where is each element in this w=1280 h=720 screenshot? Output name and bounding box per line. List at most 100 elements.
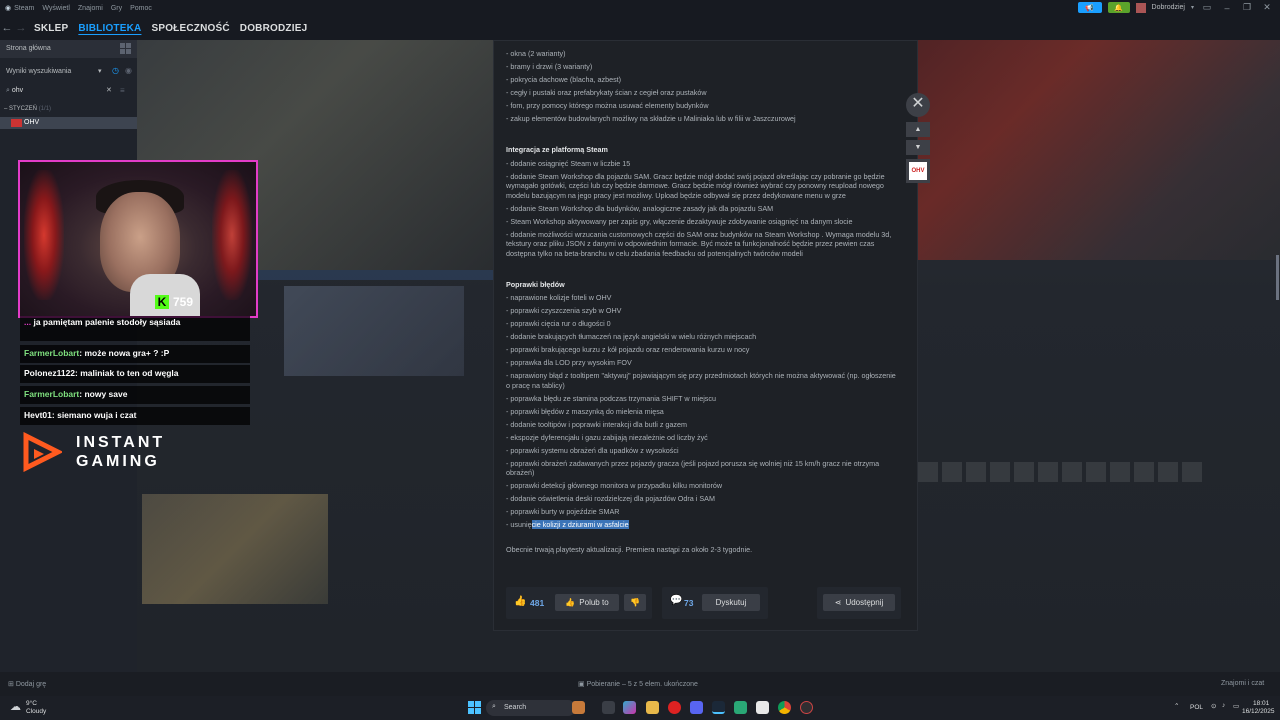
- title-bar: ◉ Steam Wyświetl Znajomi Gry Pomoc 📢 🔔 D…: [0, 0, 1280, 16]
- forward-arrow-icon[interactable]: →: [14, 22, 28, 34]
- menu-games[interactable]: Gry: [111, 5, 122, 12]
- collapse-icon: –: [4, 106, 8, 112]
- nav-community[interactable]: SPOŁECZNOŚĆ: [151, 23, 229, 34]
- search-input[interactable]: ⌕ ohv ✕: [4, 84, 116, 98]
- share-label: Udostępnij: [845, 598, 884, 607]
- app-icon[interactable]: [756, 701, 769, 714]
- windows-taskbar: ☁ 9°C Cloudy ⌕ Search ⌃ POL ⊙ ♪ ▭ 18:01 …: [0, 696, 1280, 720]
- chat-text: ja pamiętam palenie stodoły sąsiada: [33, 317, 181, 327]
- weather-desc[interactable]: Cloudy: [26, 708, 46, 715]
- list-item: - poprawki systemu obrażeń dla upadków z…: [506, 445, 679, 455]
- notification-button[interactable]: 🔔: [1107, 2, 1130, 13]
- chat-user: FarmerLobart: [24, 389, 80, 399]
- copilot-icon[interactable]: [623, 701, 636, 714]
- back-arrow-icon[interactable]: ←: [0, 22, 14, 34]
- game-thumbnail-button[interactable]: OHV: [906, 159, 930, 183]
- discuss-button[interactable]: Dyskutuj: [702, 594, 760, 611]
- add-game-button[interactable]: ⊞ Dodaj grę: [8, 680, 46, 688]
- list-item-selected: - usunięcie kolizji z dziurami w asfalci…: [506, 520, 901, 530]
- obs-icon[interactable]: [800, 701, 813, 714]
- weather-temp[interactable]: 9°C: [26, 700, 37, 707]
- share-button[interactable]: ⋖ Udostępnij: [823, 594, 895, 611]
- file-explorer-icon[interactable]: [646, 701, 659, 714]
- like-count: 481: [530, 598, 545, 608]
- sidebar-filter-dropdown[interactable]: Wyniki wyszukiwania ▾ ◷ ◉: [0, 64, 137, 80]
- list-item: - Steam Workshop aktywowany per zapis gr…: [506, 216, 853, 226]
- steam-window: ◉ Steam Wyświetl Znajomi Gry Pomoc 📢 🔔 D…: [0, 0, 1280, 720]
- sponsor-line-1: INSTANT: [76, 434, 166, 451]
- tray-chevron-icon[interactable]: ⌃: [1174, 702, 1179, 710]
- clock-date[interactable]: 16/12/2025: [1242, 708, 1275, 715]
- share-icon: ⋖: [834, 598, 842, 607]
- nav-store[interactable]: SKLEP: [34, 23, 68, 34]
- friends-label: Znajomi i czat: [1221, 680, 1265, 687]
- menu-view[interactable]: Wyświetl: [42, 5, 70, 12]
- filter-icon[interactable]: ◉: [125, 66, 132, 75]
- picture-icon[interactable]: ▭: [1200, 2, 1214, 13]
- volume-icon[interactable]: ♪: [1222, 702, 1225, 709]
- like-button[interactable]: 👍 Polub to: [555, 594, 619, 611]
- network-icon[interactable]: ⊙: [1211, 702, 1216, 710]
- discord-icon[interactable]: [690, 701, 703, 714]
- thumbs-up-icon: 👍: [565, 598, 576, 607]
- close-icon: ✕: [911, 95, 925, 112]
- chat-user: FarmerLobart: [24, 348, 80, 358]
- previous-news-button[interactable]: ▲: [906, 122, 930, 137]
- grid-icon[interactable]: [120, 43, 131, 54]
- weather-icon[interactable]: ☁: [10, 700, 21, 713]
- taskbar-search[interactable]: ⌕ Search: [486, 700, 576, 716]
- language-indicator[interactable]: POL: [1190, 704, 1203, 711]
- sort-icon[interactable]: ≡: [120, 86, 125, 95]
- like-label: Polub to: [579, 598, 609, 607]
- chevron-down-icon[interactable]: ▾: [1191, 4, 1194, 11]
- app-icon[interactable]: [734, 701, 747, 714]
- titlebar-right: 📢 🔔 Dobrodziej ▾ ▭ – ❐ ✕: [1077, 2, 1274, 13]
- download-status[interactable]: ▣ Pobieranie – 5 z 5 elem. ukończone: [578, 680, 698, 688]
- sidebar-home[interactable]: Strona główna: [0, 40, 137, 58]
- task-view-icon[interactable]: [602, 701, 615, 714]
- dislike-button[interactable]: 👎: [624, 594, 646, 611]
- avatar[interactable]: [1135, 2, 1146, 13]
- chat-text: nowy save: [84, 389, 128, 399]
- nav-library[interactable]: BIBLIOTEKA: [78, 23, 141, 34]
- minimize-icon[interactable]: –: [1220, 3, 1234, 13]
- instant-gaming-logo-icon: [23, 432, 62, 472]
- chat-text: może nowa gra+ ? :P: [84, 348, 170, 358]
- clear-icon[interactable]: ✕: [106, 86, 112, 94]
- broadcast-button[interactable]: 📢: [1077, 2, 1102, 13]
- close-modal-button[interactable]: ✕: [906, 93, 930, 117]
- chrome-icon[interactable]: [778, 701, 791, 714]
- comment-count: 73: [684, 598, 694, 608]
- page-scrollbar[interactable]: [1276, 255, 1279, 300]
- modal-actions: 👍 481 👍 Polub to 👎 💬 73 Dyskutuj ⋖ Udost…: [506, 587, 906, 619]
- sidebar-section-header[interactable]: – STYCZEŃ (1/1): [4, 106, 51, 112]
- list-item: - dodanie oświetlenia deski rozdzielczej…: [506, 494, 715, 503]
- battery-icon[interactable]: ▭: [1233, 702, 1239, 710]
- clock-icon[interactable]: ◷: [112, 66, 119, 75]
- steam-icon[interactable]: [712, 701, 725, 714]
- clock-time[interactable]: 18:01: [1253, 700, 1269, 707]
- user-name[interactable]: Dobrodziej: [1152, 4, 1185, 11]
- list-item: - zakup elementów budowlanych możliwy na…: [506, 114, 796, 123]
- list-item: - cegły i pustaki oraz prefabrykaty ścia…: [506, 88, 707, 97]
- list-item: - poprawki błędów z maszynką do mielenia…: [506, 406, 664, 416]
- opera-icon[interactable]: [668, 701, 681, 714]
- close-icon[interactable]: ✕: [1260, 2, 1274, 13]
- menu-steam[interactable]: Steam: [14, 5, 34, 12]
- background-keys: [918, 462, 1218, 486]
- list-item: - pokrycia dachowe (blacha, azbest): [506, 75, 622, 84]
- chat-user: Hevt01: [24, 410, 52, 420]
- news-card-image: [142, 494, 328, 604]
- next-news-button[interactable]: ▼: [906, 140, 930, 155]
- maximize-icon[interactable]: ❐: [1240, 2, 1254, 13]
- download-icon: ▣: [578, 681, 585, 688]
- friends-chat-button[interactable]: Znajomi i czat: [1221, 680, 1264, 687]
- menu-friends[interactable]: Znajomi: [78, 5, 103, 12]
- download-label: Pobieranie – 5 z 5 elem. ukończone: [586, 681, 698, 688]
- chat-message: FarmerLobart: nowy save: [20, 386, 250, 404]
- widgets-icon[interactable]: [572, 701, 585, 714]
- menu-help[interactable]: Pomoc: [130, 5, 152, 12]
- windows-start-icon[interactable]: [468, 701, 481, 714]
- sidebar-item-ohv[interactable]: OHV: [0, 117, 137, 129]
- nav-profile[interactable]: DOBRODZIEJ: [240, 23, 308, 34]
